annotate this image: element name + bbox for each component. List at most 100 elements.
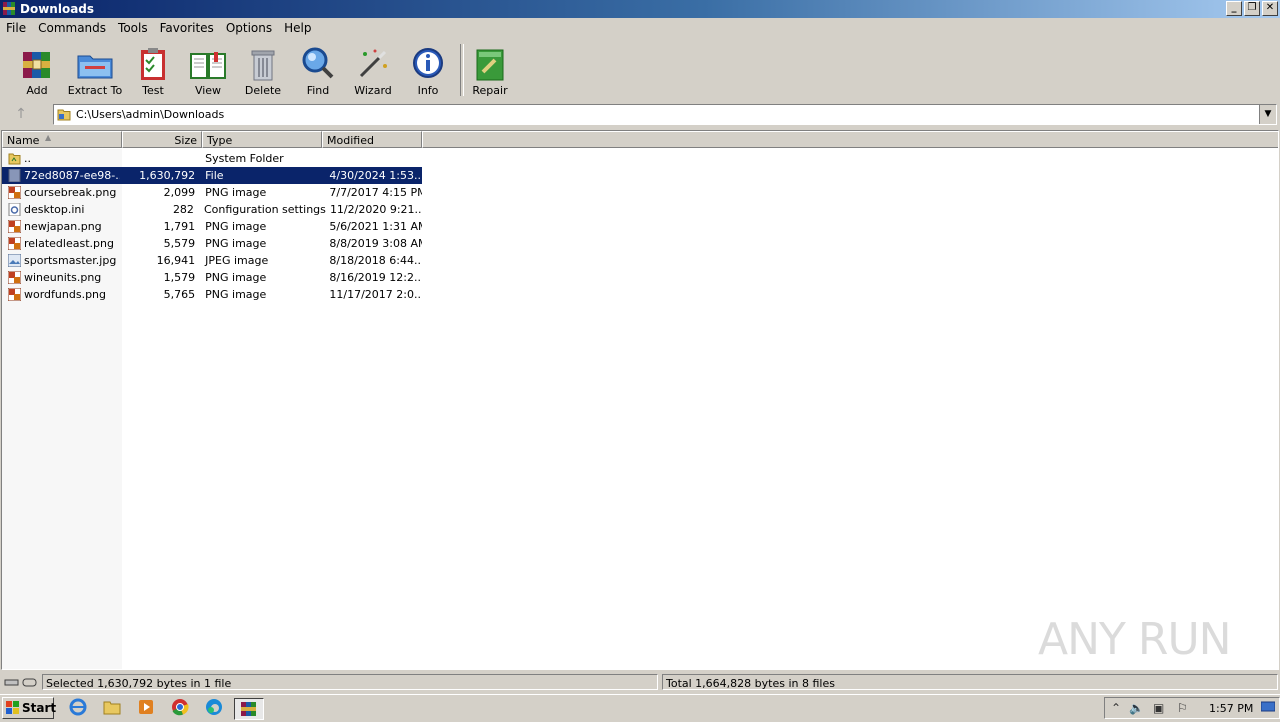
menu-help[interactable]: Help bbox=[278, 18, 317, 38]
file-row-selected[interactable]: 72ed8087-ee98-... 1,630,792 File 4/30/20… bbox=[2, 167, 422, 184]
column-size[interactable]: Size bbox=[122, 131, 202, 148]
tray-expand-icon[interactable]: ⌃ bbox=[1111, 701, 1121, 715]
add-button[interactable]: Add bbox=[9, 44, 65, 98]
menu-options[interactable]: Options bbox=[220, 18, 278, 38]
up-arrow-icon[interactable]: ↑ bbox=[12, 106, 30, 122]
taskbar-chrome-icon[interactable] bbox=[170, 698, 192, 718]
find-magnifier-icon bbox=[302, 47, 334, 79]
folder-icon bbox=[57, 109, 71, 121]
file-row[interactable]: wineunits.png 1,579 PNG image 8/16/2019 … bbox=[2, 269, 422, 286]
file-modified: 8/8/2019 3:08 AM bbox=[329, 237, 423, 250]
menu-bar: File Commands Tools Favorites Options He… bbox=[0, 18, 1280, 38]
show-desktop-icon[interactable] bbox=[1261, 701, 1275, 713]
start-button[interactable]: Start bbox=[2, 697, 57, 719]
address-field[interactable]: C:\Users\admin\Downloads ▼ bbox=[53, 104, 1277, 125]
file-row[interactable]: desktop.ini 282 Configuration settings 1… bbox=[2, 201, 422, 218]
file-modified: 8/16/2019 12:2... bbox=[329, 271, 423, 284]
taskbar: Start ⌃ 🔈 ▣ ⚐ 1:57 PM bbox=[0, 694, 1280, 721]
drive-status-icon[interactable] bbox=[4, 677, 38, 688]
view-book-icon bbox=[190, 52, 226, 79]
parent-folder-icon bbox=[8, 153, 21, 165]
system-tray: ⌃ 🔈 ▣ ⚐ 1:57 PM bbox=[1104, 697, 1280, 719]
image-file-icon bbox=[8, 220, 21, 233]
action-center-flag-icon[interactable]: ⚐ bbox=[1177, 701, 1188, 715]
file-row[interactable]: newjapan.png 1,791 PNG image 5/6/2021 1:… bbox=[2, 218, 422, 235]
winrar-app-icon[interactable] bbox=[2, 1, 17, 16]
taskbar-ie-icon[interactable] bbox=[68, 698, 90, 718]
menu-commands[interactable]: Commands bbox=[32, 18, 112, 38]
file-row[interactable]: coursebreak.png 2,099 PNG image 7/7/2017… bbox=[2, 184, 422, 201]
close-button[interactable]: ✕ bbox=[1262, 1, 1278, 16]
file-type: System Folder bbox=[205, 152, 284, 165]
find-button[interactable]: Find bbox=[290, 44, 346, 98]
file-type: Configuration settings bbox=[203, 203, 326, 216]
file-name: coursebreak.png bbox=[24, 186, 117, 199]
file-modified: 7/7/2017 4:15 PM bbox=[329, 186, 423, 199]
file-name: sportsmaster.jpg bbox=[24, 254, 117, 267]
file-size: 1,579 bbox=[163, 271, 196, 284]
view-label: View bbox=[194, 84, 222, 97]
taskbar-media-player-icon[interactable] bbox=[136, 698, 158, 718]
file-rows: .. System Folder 72ed8087-ee98-... 1,630… bbox=[2, 150, 422, 303]
file-size: 282 bbox=[172, 203, 194, 216]
menu-tools[interactable]: Tools bbox=[112, 18, 154, 38]
test-button[interactable]: Test bbox=[125, 44, 181, 98]
info-button[interactable]: Info bbox=[400, 44, 456, 98]
address-dropdown-icon[interactable]: ▼ bbox=[1259, 105, 1276, 124]
list-header: Name ▲ Size Type Modified bbox=[2, 131, 1278, 149]
menu-file[interactable]: File bbox=[0, 18, 32, 38]
repair-button[interactable]: Repair bbox=[462, 44, 518, 98]
file-type: JPEG image bbox=[205, 254, 269, 267]
file-row[interactable]: relatedleast.png 5,579 PNG image 8/8/201… bbox=[2, 235, 422, 252]
file-type: PNG image bbox=[205, 271, 267, 284]
file-name: desktop.ini bbox=[24, 203, 85, 216]
file-type: PNG image bbox=[205, 288, 267, 301]
file-row-parent[interactable]: .. System Folder bbox=[2, 150, 422, 167]
clock[interactable]: 1:57 PM bbox=[1209, 702, 1253, 715]
network-icon[interactable]: ▣ bbox=[1153, 701, 1164, 715]
column-modified-label: Modified bbox=[327, 134, 374, 147]
delete-trash-icon bbox=[251, 50, 275, 81]
column-name[interactable]: Name ▲ bbox=[2, 131, 122, 148]
menu-favorites[interactable]: Favorites bbox=[154, 18, 220, 38]
file-size: 5,579 bbox=[163, 237, 196, 250]
wizard-button[interactable]: Wizard bbox=[345, 44, 401, 98]
column-type[interactable]: Type bbox=[202, 131, 322, 148]
view-button[interactable]: View bbox=[180, 44, 236, 98]
column-modified[interactable]: Modified bbox=[322, 131, 422, 148]
file-size: 1,630,792 bbox=[139, 169, 196, 182]
test-clipboard-icon bbox=[141, 48, 165, 80]
file-size: 1,791 bbox=[163, 220, 196, 233]
info-label: Info bbox=[417, 84, 439, 97]
file-size bbox=[120, 150, 195, 167]
file-name: relatedleast.png bbox=[24, 237, 114, 250]
file-name: newjapan.png bbox=[24, 220, 102, 233]
taskbar-explorer-icon[interactable] bbox=[102, 698, 124, 718]
wizard-label: Wizard bbox=[354, 84, 392, 97]
file-modified: 5/6/2021 1:31 AM bbox=[329, 220, 423, 233]
column-size-label: Size bbox=[174, 134, 197, 147]
restore-button[interactable]: ❐ bbox=[1244, 1, 1260, 16]
delete-label: Delete bbox=[244, 84, 282, 97]
file-name: 72ed8087-ee98-... bbox=[24, 169, 121, 182]
column-name-label: Name bbox=[7, 134, 40, 147]
image-file-icon bbox=[8, 237, 21, 250]
address-row: ↑ C:\Users\admin\Downloads ▼ bbox=[0, 102, 1280, 126]
minimize-button[interactable]: _ bbox=[1226, 1, 1242, 16]
file-modified bbox=[323, 150, 422, 167]
generic-file-icon bbox=[8, 169, 21, 182]
status-bar: Selected 1,630,792 bytes in 1 file Total… bbox=[0, 674, 1280, 692]
file-row[interactable]: wordfunds.png 5,765 PNG image 11/17/2017… bbox=[2, 286, 422, 303]
file-list: Name ▲ Size Type Modified .. System Fold… bbox=[1, 130, 1279, 670]
extract-to-button[interactable]: Extract To bbox=[67, 44, 123, 98]
test-label: Test bbox=[142, 84, 164, 97]
image-file-icon bbox=[8, 288, 21, 301]
start-label: Start bbox=[22, 701, 57, 715]
file-row[interactable]: sportsmaster.jpg 16,941 JPEG image 8/18/… bbox=[2, 252, 422, 269]
volume-icon[interactable]: 🔈 bbox=[1129, 701, 1144, 715]
window-controls: _ ❐ ✕ bbox=[1226, 1, 1278, 16]
taskbar-winrar-icon[interactable] bbox=[234, 698, 264, 720]
add-label: Add bbox=[26, 84, 48, 97]
taskbar-edge-icon[interactable] bbox=[204, 698, 226, 718]
delete-button[interactable]: Delete bbox=[235, 44, 291, 98]
